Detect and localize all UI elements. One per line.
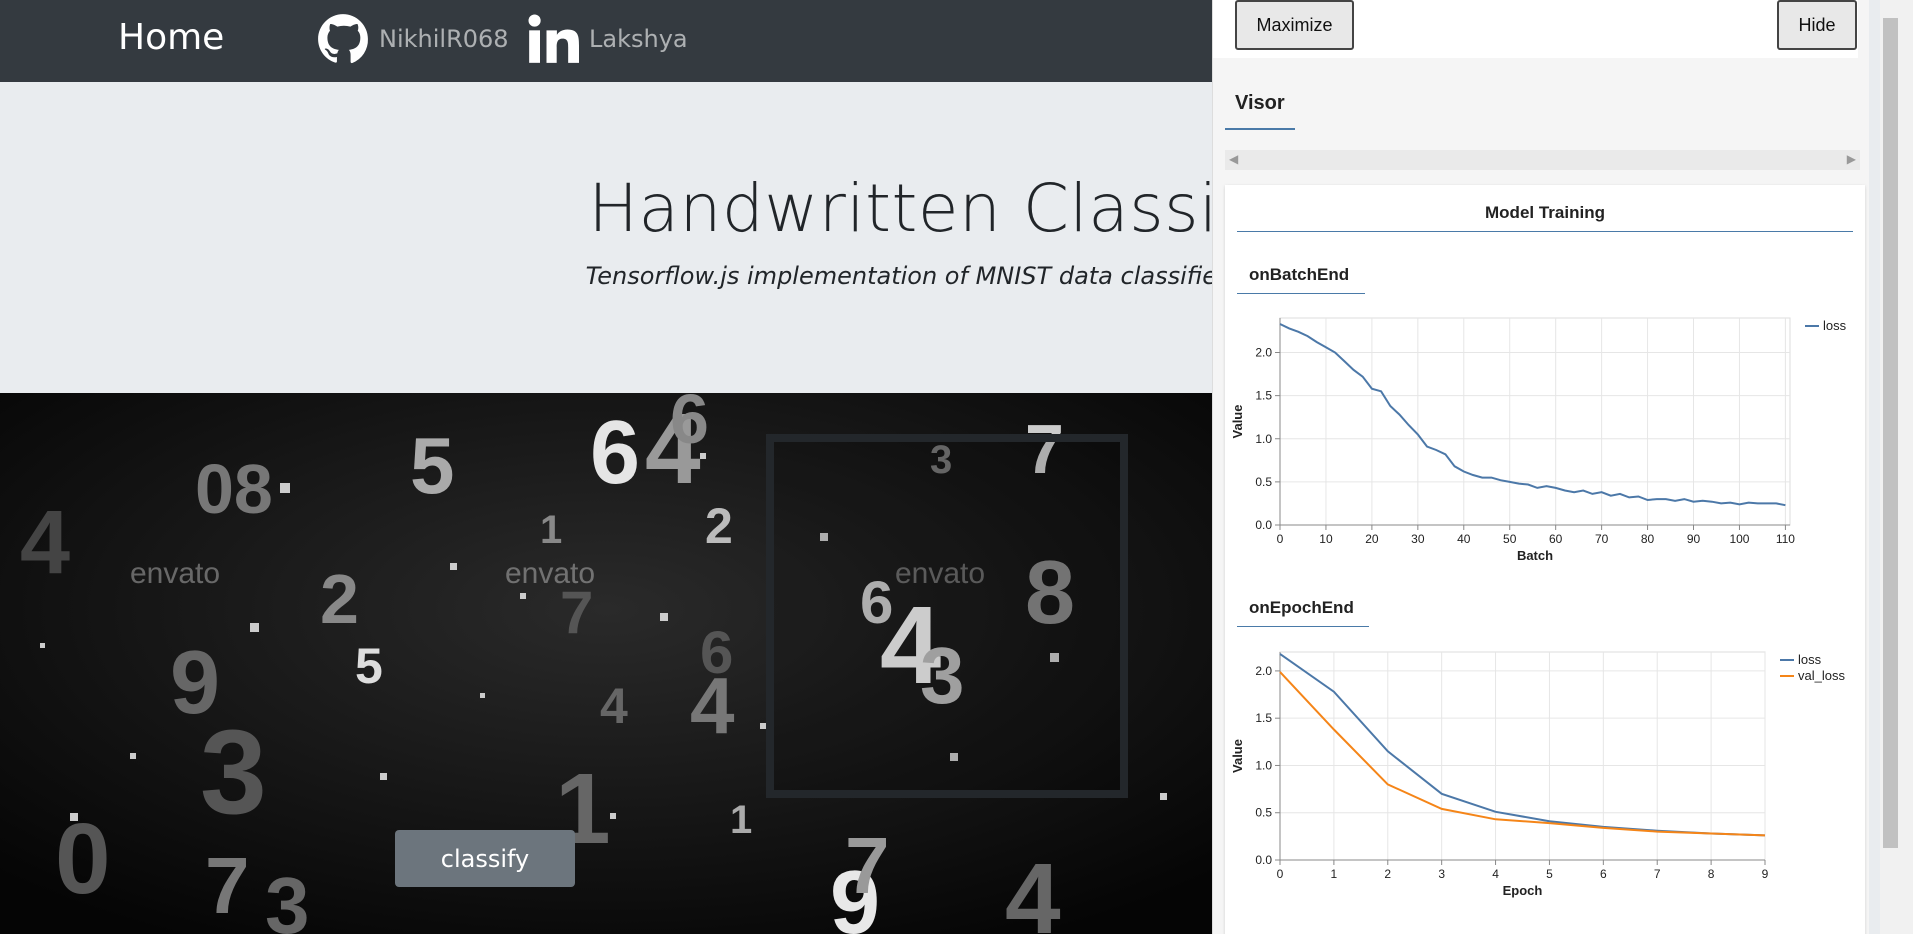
series-line-loss [1279, 653, 1766, 837]
x-tick-label: 3 [1438, 867, 1445, 881]
surface-divider [1237, 231, 1853, 232]
y-tick-label: 1.0 [1255, 758, 1272, 772]
epoch-section-underline [1237, 626, 1369, 627]
x-tick-label: 5 [1546, 867, 1553, 881]
svg-text:1: 1 [540, 508, 562, 552]
page-scrollbar[interactable] [1880, 0, 1913, 934]
hero: Handwritten Classif Tensorflow.js implem… [0, 82, 1244, 393]
y-tick-label: 0.0 [1255, 518, 1272, 532]
svg-text:4: 4 [20, 493, 70, 593]
svg-text:4: 4 [1005, 843, 1061, 934]
x-tick-label: 2 [1384, 867, 1391, 881]
svg-text:4: 4 [600, 678, 628, 734]
y-tick-label: 0.0 [1255, 853, 1272, 867]
plot-area [1279, 651, 1766, 861]
batch-section-underline [1237, 293, 1365, 294]
github-username: NikhilR068 [379, 25, 509, 53]
x-tick-label: 80 [1641, 532, 1655, 546]
maximize-button[interactable]: Maximize [1235, 0, 1354, 50]
epoch-section-title: onEpochEnd [1249, 598, 1354, 617]
x-tick-label: 6 [1600, 867, 1607, 881]
x-tick-label: 90 [1687, 532, 1701, 546]
batch-section-title: onBatchEnd [1249, 265, 1350, 284]
x-axis-label: Batch [1517, 548, 1553, 563]
y-axis-label: Value [1230, 405, 1245, 439]
y-tick-label: 0.5 [1255, 475, 1272, 489]
y-tick-label: 0.5 [1255, 806, 1272, 820]
x-tick-label: 8 [1708, 867, 1715, 881]
x-tick-label: 30 [1411, 532, 1425, 546]
navbar: Home NikhilR068 Lakshya [0, 0, 1213, 82]
linkedin-icon [528, 14, 579, 63]
x-tick-label: 40 [1457, 532, 1471, 546]
y-axis-label: Value [1230, 739, 1245, 773]
y-tick-label: 1.0 [1255, 432, 1272, 446]
scroll-left-icon[interactable]: ◀ [1229, 152, 1238, 166]
x-tick-label: 20 [1365, 532, 1379, 546]
x-axis-label: Epoch [1503, 883, 1543, 898]
x-tick-label: 70 [1595, 532, 1609, 546]
svg-text:2: 2 [705, 498, 733, 554]
svg-text:3: 3 [200, 705, 267, 839]
svg-text:5: 5 [410, 421, 455, 510]
svg-text:5: 5 [355, 638, 383, 694]
series-line-val-loss [1279, 671, 1766, 837]
classify-button[interactable]: classify [395, 830, 575, 887]
x-tick-label: 60 [1549, 532, 1563, 546]
legend-label: loss [1798, 652, 1822, 667]
x-tick-label: 0 [1277, 867, 1284, 881]
x-tick-label: 0 [1277, 532, 1284, 546]
svg-text:6: 6 [700, 619, 733, 686]
svg-text:2: 2 [320, 560, 359, 638]
tab-visor[interactable]: Visor [1235, 92, 1285, 115]
github-icon [318, 14, 368, 64]
horizontal-scrollbar[interactable]: ◀ ▶ [1225, 150, 1860, 170]
legend-label: val_loss [1798, 668, 1845, 683]
linkedin-name: Lakshya [589, 25, 688, 53]
x-tick-label: 4 [1492, 867, 1499, 881]
x-tick-label: 10 [1319, 532, 1333, 546]
scrollbar-thumb[interactable] [1883, 18, 1898, 848]
scroll-right-icon[interactable]: ▶ [1847, 152, 1856, 166]
model-training-surface: Model Training onBatchEnd 0 10 20 30 40 50 60 7… [1225, 185, 1865, 934]
tab-underline [1225, 128, 1295, 130]
watermark: envato [130, 557, 220, 590]
x-tick-label: 100 [1729, 532, 1749, 546]
svg-text:6: 6 [590, 403, 640, 503]
svg-text:1: 1 [730, 798, 752, 842]
hide-button[interactable]: Hide [1777, 0, 1857, 50]
x-tick-label: 1 [1331, 867, 1338, 881]
svg-text:0: 0 [55, 803, 111, 915]
series-line-loss [1279, 323, 1786, 507]
linkedin-link[interactable]: Lakshya [527, 14, 688, 64]
svg-text:08: 08 [195, 450, 273, 528]
x-tick-label: 110 [1776, 532, 1795, 546]
y-tick-label: 2.0 [1255, 346, 1272, 360]
x-tick-label: 7 [1654, 867, 1661, 881]
epoch-loss-chart: 0 1 2 3 4 5 6 7 8 9 0.0 0.5 1.0 1.5 2.0 Epoch Value lossv… [1230, 651, 1845, 898]
svg-text:3: 3 [265, 861, 310, 934]
github-link[interactable]: NikhilR068 [317, 14, 509, 64]
surface-title: Model Training [1485, 203, 1605, 222]
y-tick-label: 2.0 [1255, 664, 1272, 678]
x-tick-label: 50 [1503, 532, 1517, 546]
plot-area [1279, 317, 1791, 526]
svg-text:7: 7 [845, 821, 890, 910]
y-tick-label: 1.5 [1255, 389, 1272, 403]
drawing-canvas[interactable] [766, 434, 1128, 798]
svg-text:6: 6 [670, 393, 709, 458]
watermark: envato [505, 557, 595, 590]
home-link[interactable]: Home [118, 17, 224, 58]
legend-label: loss [1823, 318, 1847, 333]
svg-text:7: 7 [205, 841, 250, 930]
visor-panel: Maximize Hide Visor ◀ ▶ Model Training o… [1212, 0, 1869, 934]
batch-loss-chart: 0 10 20 30 40 50 60 70 80 90 100 110 0.0 0.5 1.0 1.5 2.0… [1230, 317, 1847, 563]
y-tick-label: 1.5 [1255, 711, 1272, 725]
x-tick-label: 9 [1762, 867, 1769, 881]
